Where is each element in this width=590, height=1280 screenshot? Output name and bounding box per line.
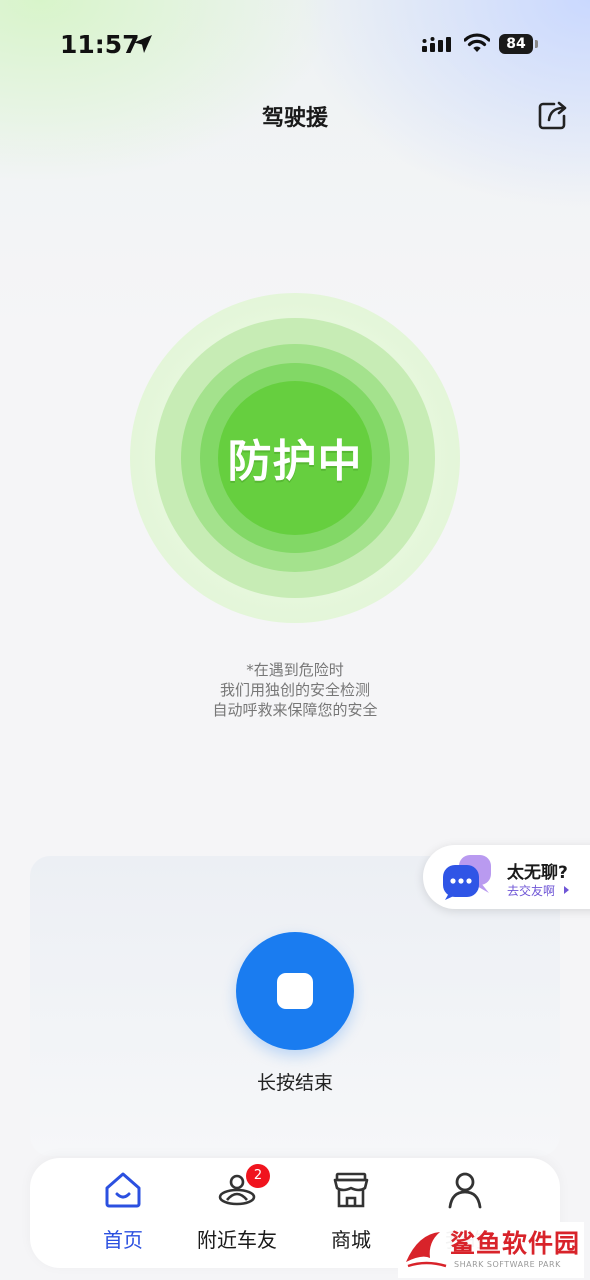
hint-line: 我们用独创的安全检测	[219, 681, 370, 699]
shark-logo-icon	[406, 1232, 447, 1268]
battery-indicator: 84	[499, 34, 539, 54]
chevron-right-icon	[564, 886, 569, 894]
location-arrow-icon	[134, 35, 152, 53]
watermark: 鲨鱼软件园 SHARK SOFTWARE PARK	[398, 1222, 584, 1278]
tab-label: 附近车友	[197, 1228, 277, 1252]
protection-status-text: 防护中	[227, 436, 363, 487]
tab-label: 商城	[331, 1228, 371, 1252]
hint-line: 自动呼救来保障您的安全	[212, 701, 378, 719]
profile-icon	[448, 1172, 482, 1209]
notification-badge: 2	[246, 1164, 270, 1188]
tab-store[interactable]: 商城	[296, 1158, 406, 1268]
stop-button[interactable]	[236, 932, 354, 1050]
status-time: 11:57	[60, 30, 140, 59]
home-icon	[105, 1172, 141, 1208]
chat-bubble-icon	[443, 855, 491, 900]
safety-hint: *在遇到危险时 我们用独创的安全检测 自动呼救来保障您的安全	[0, 660, 590, 720]
chat-promo-subtitle: 去交友啊	[507, 884, 556, 898]
battery-tip	[535, 40, 538, 48]
watermark-subtext: SHARK SOFTWARE PARK	[454, 1260, 561, 1269]
cellular-signal-icon	[422, 37, 451, 52]
wifi-icon	[464, 33, 490, 52]
battery-level: 84	[499, 34, 533, 54]
chat-promo-float[interactable]: 太无聊? 去交友啊	[423, 845, 590, 909]
hint-line: *在遇到危险时	[246, 661, 344, 679]
page-title: 驾驶援	[261, 106, 328, 131]
stop-button-label: 长按结束	[256, 1072, 333, 1094]
tab-home[interactable]: 首页	[68, 1158, 178, 1268]
stop-icon	[277, 973, 313, 1009]
share-icon[interactable]	[532, 94, 574, 136]
watermark-text: 鲨鱼软件园	[450, 1229, 581, 1258]
store-icon	[333, 1172, 369, 1208]
tab-label: 首页	[103, 1228, 143, 1252]
chat-promo-title: 太无聊?	[507, 863, 568, 883]
tab-nearby[interactable]: 2 附近车友	[182, 1158, 292, 1268]
status-bar: 11:57 84	[0, 0, 590, 90]
